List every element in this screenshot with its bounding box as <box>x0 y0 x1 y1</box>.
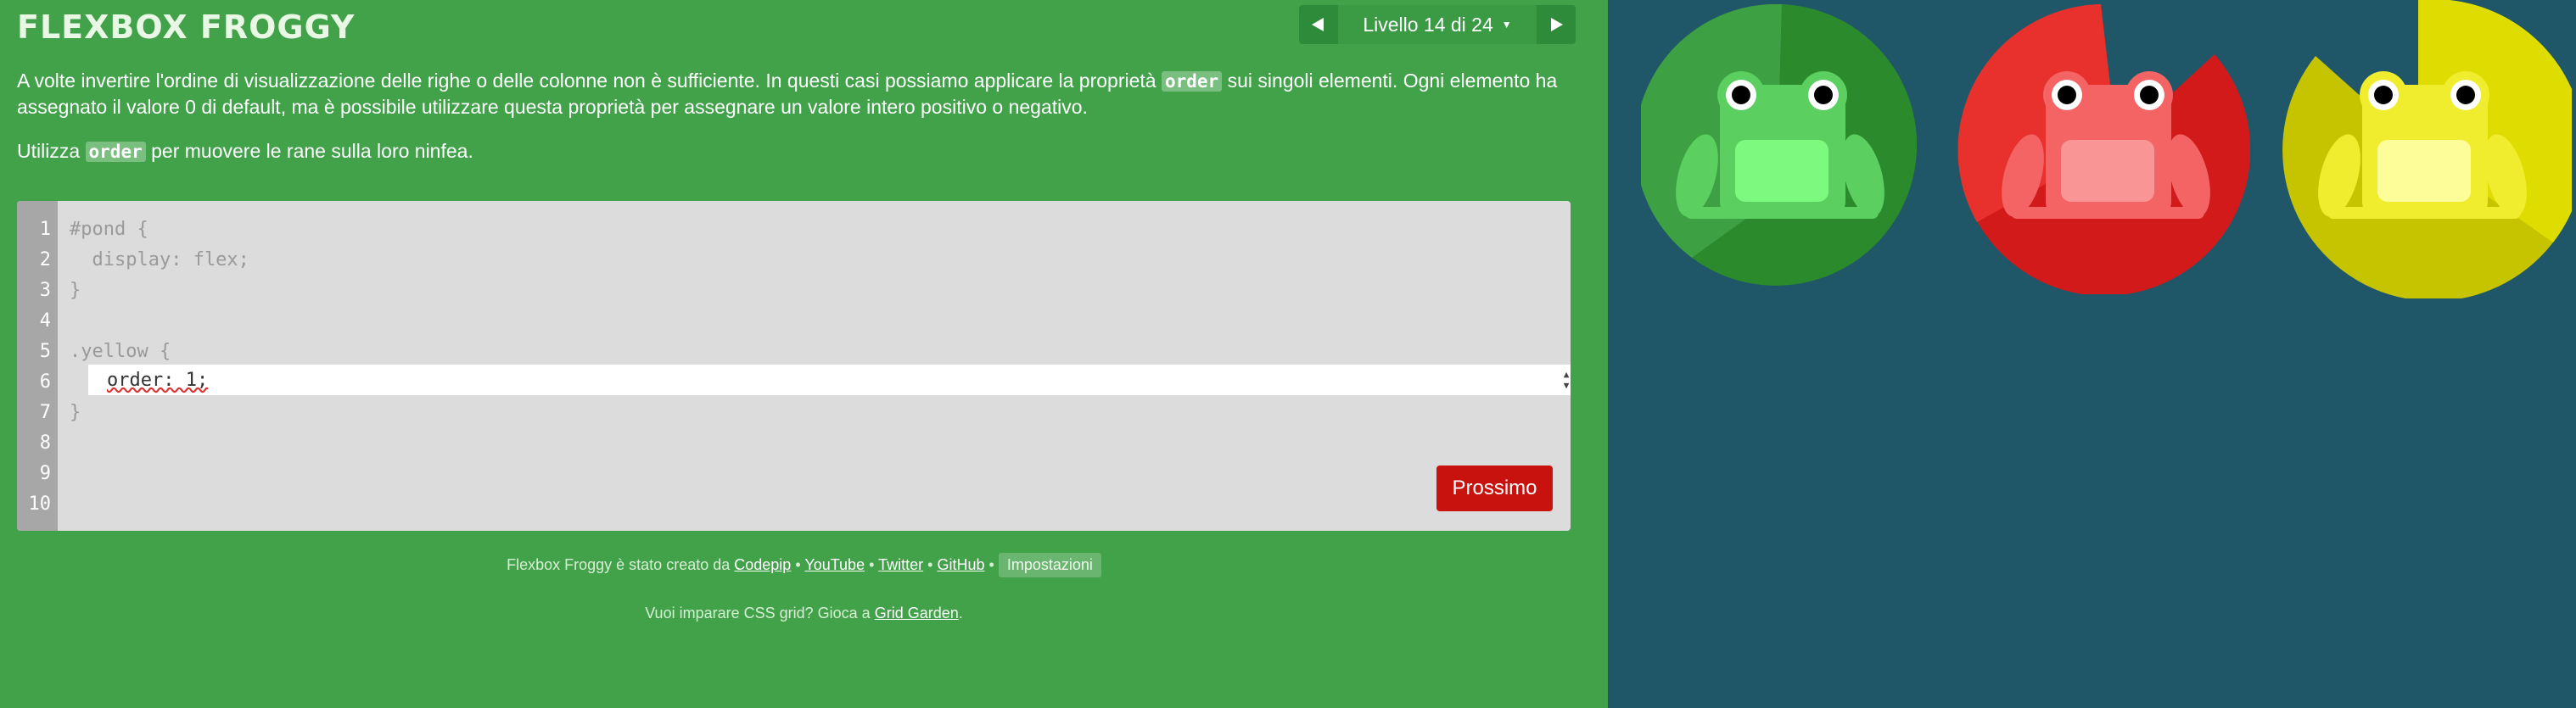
line-number: 9 <box>39 463 51 484</box>
red-lilypad-frog <box>1957 4 2250 294</box>
level-label: Livello 14 di 24 <box>1363 13 1493 36</box>
level-navigation: Livello 14 di 24 ▼ <box>1299 5 1576 44</box>
sidebar: FLEXBOX FROGGY Livello 14 di 24 ▼ A volt… <box>0 0 1608 708</box>
line-number: 8 <box>39 432 51 454</box>
instructions-text: per muovere le rane sulla loro ninfea. <box>151 140 473 162</box>
instructions-text: Utilizza <box>17 140 81 162</box>
twitter-link[interactable]: Twitter <box>878 556 923 573</box>
codepip-link[interactable]: Codepip <box>734 556 791 573</box>
separator: • <box>795 556 801 573</box>
scroll-up-icon[interactable]: ▲ <box>1564 369 1570 380</box>
promo-suffix: . <box>958 605 963 622</box>
order-keyword: order <box>85 142 146 162</box>
code-line: .yellow { <box>70 341 171 362</box>
answer-input[interactable]: order: 1; ▲ ▼ <box>88 365 1571 395</box>
green-lilypad-frog <box>1641 3 1918 286</box>
line-number: 4 <box>39 310 51 332</box>
code-line: display: flex; <box>70 249 249 270</box>
instructions-paragraph-1: A volte invertire l'ordine di visualizza… <box>17 68 1570 120</box>
youtube-link[interactable]: YouTube <box>804 556 865 573</box>
line-number-gutter: 1 2 3 4 5 6 7 8 9 10 <box>17 201 58 531</box>
separator: • <box>988 556 994 573</box>
next-button[interactable]: Prossimo <box>1436 465 1553 511</box>
answer-input-value: order: 1; <box>107 369 209 391</box>
yellow-lilypad-frog <box>2282 0 2572 298</box>
line-number: 7 <box>39 402 51 423</box>
instructions-text: A volte invertire l'ordine di visualizza… <box>17 70 1156 92</box>
separator: • <box>869 556 875 573</box>
order-keyword: order <box>1161 71 1223 92</box>
grid-garden-promo: Vuoi imparare CSS grid? Gioca a Grid Gar… <box>0 605 1608 622</box>
github-link[interactable]: GitHub <box>937 556 984 573</box>
code-editor: 1 2 3 4 5 6 7 8 9 10 #pond { display: fl… <box>17 201 1571 531</box>
level-indicator-dropdown[interactable]: Livello 14 di 24 ▼ <box>1336 5 1538 44</box>
scroll-down-icon[interactable]: ▼ <box>1564 380 1570 391</box>
instructions-paragraph-2: Utilizza order per muovere le rane sulla… <box>17 138 1570 164</box>
code-line: } <box>70 280 81 301</box>
triangle-right-icon <box>1551 18 1563 31</box>
line-number: 10 <box>28 493 52 515</box>
code-line: #pond { <box>70 219 148 240</box>
settings-button[interactable]: Impostazioni <box>998 553 1101 577</box>
line-number: 5 <box>39 341 51 362</box>
pond <box>1608 0 2576 708</box>
next-level-button[interactable] <box>1538 5 1576 44</box>
input-scroll-arrows[interactable]: ▲ ▼ <box>1558 365 1571 395</box>
grid-garden-link[interactable]: Grid Garden <box>875 605 959 622</box>
line-number: 1 <box>39 219 51 240</box>
line-number: 2 <box>39 249 51 270</box>
app-title: FLEXBOX FROGGY <box>17 8 356 46</box>
previous-level-button[interactable] <box>1299 5 1336 44</box>
caret-down-icon: ▼ <box>1501 19 1512 31</box>
credits-text: Flexbox Froggy è stato creato da <box>507 556 731 573</box>
credits: Flexbox Froggy è stato creato da Codepip… <box>0 553 1608 577</box>
line-number: 6 <box>39 371 51 393</box>
instructions: A volte invertire l'ordine di visualizza… <box>17 68 1570 183</box>
triangle-left-icon <box>1312 18 1324 31</box>
promo-text: Vuoi imparare CSS grid? Gioca a <box>645 605 871 622</box>
code-line: } <box>70 402 81 423</box>
separator: • <box>927 556 933 573</box>
line-number: 3 <box>39 280 51 301</box>
